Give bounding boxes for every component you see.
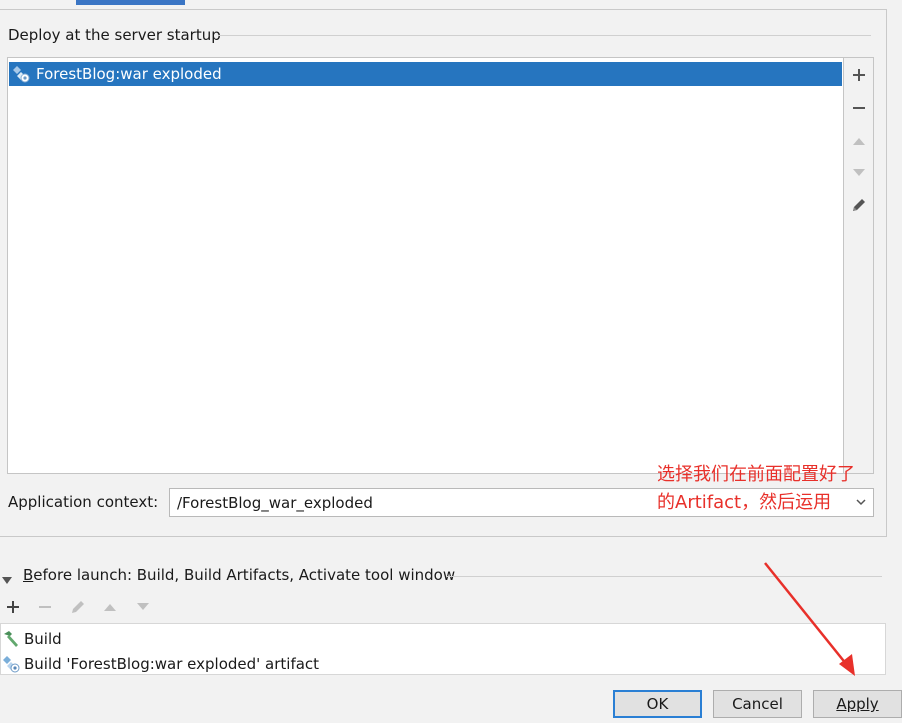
artifact-list-item[interactable]: ForestBlog:war exploded <box>9 62 842 86</box>
artifact-label: ForestBlog:war exploded <box>36 65 222 83</box>
triangle-up-icon <box>103 602 117 612</box>
move-task-down-button[interactable] <box>131 596 155 618</box>
edit-artifact-button[interactable] <box>844 190 874 220</box>
minus-icon <box>38 600 52 614</box>
apply-button[interactable]: Apply <box>813 690 902 718</box>
before-launch-mnemonic: B <box>23 566 34 584</box>
add-task-button[interactable] <box>1 596 25 618</box>
app-context-value: /ForestBlog_war_exploded <box>177 494 373 512</box>
edit-task-button[interactable] <box>66 596 90 618</box>
plus-icon <box>852 68 866 82</box>
section-divider <box>218 35 871 36</box>
minus-icon <box>852 101 866 115</box>
before-launch-task-list[interactable]: Build Build 'ForestBlog:war exploded' ar… <box>0 623 886 675</box>
apply-button-label: Apply <box>836 695 879 713</box>
task-item-build[interactable]: Build <box>1 626 62 651</box>
artifact-list[interactable]: ForestBlog:war exploded <box>7 57 844 474</box>
list-toolbar <box>844 57 874 474</box>
app-context-label: Application context: <box>8 493 159 511</box>
artifact-icon <box>2 655 20 673</box>
before-launch-title[interactable]: Before launch: Build, Build Artifacts, A… <box>23 566 455 584</box>
before-launch-title-text: efore launch: Build, Build Artifacts, Ac… <box>33 566 456 584</box>
task-label: Build 'ForestBlog:war exploded' artifact <box>24 654 320 673</box>
cancel-button[interactable]: Cancel <box>713 690 802 718</box>
plus-icon <box>6 600 20 614</box>
ok-button[interactable]: OK <box>613 690 702 718</box>
remove-artifact-button[interactable] <box>844 93 874 123</box>
collapse-toggle-icon[interactable] <box>1 571 13 589</box>
move-task-up-button[interactable] <box>98 596 122 618</box>
annotation-line-1: 选择我们在前面配置好了 <box>657 464 855 485</box>
triangle-down-icon <box>852 168 866 178</box>
annotation-arrow-icon <box>755 558 865 687</box>
move-down-button[interactable] <box>844 158 874 188</box>
add-artifact-button[interactable] <box>844 60 874 90</box>
hammer-icon <box>2 630 20 648</box>
pencil-icon <box>69 598 87 616</box>
task-item-build-artifact[interactable]: Build 'ForestBlog:war exploded' artifact <box>1 651 319 676</box>
artifact-icon <box>12 65 30 83</box>
pencil-icon <box>850 196 868 214</box>
chevron-down-icon[interactable] <box>855 496 867 508</box>
active-tab-indicator <box>76 0 185 5</box>
annotation-text: 选择我们在前面配置好了 的Artifact，然后运用 <box>657 461 855 517</box>
move-up-button[interactable] <box>844 126 874 156</box>
remove-task-button[interactable] <box>33 596 57 618</box>
deploy-section-title: Deploy at the server startup <box>8 26 221 44</box>
triangle-down-icon <box>136 602 150 612</box>
annotation-line-2: 的Artifact，然后运用 <box>657 492 834 513</box>
task-label: Build <box>24 629 62 648</box>
triangle-up-icon <box>852 136 866 146</box>
